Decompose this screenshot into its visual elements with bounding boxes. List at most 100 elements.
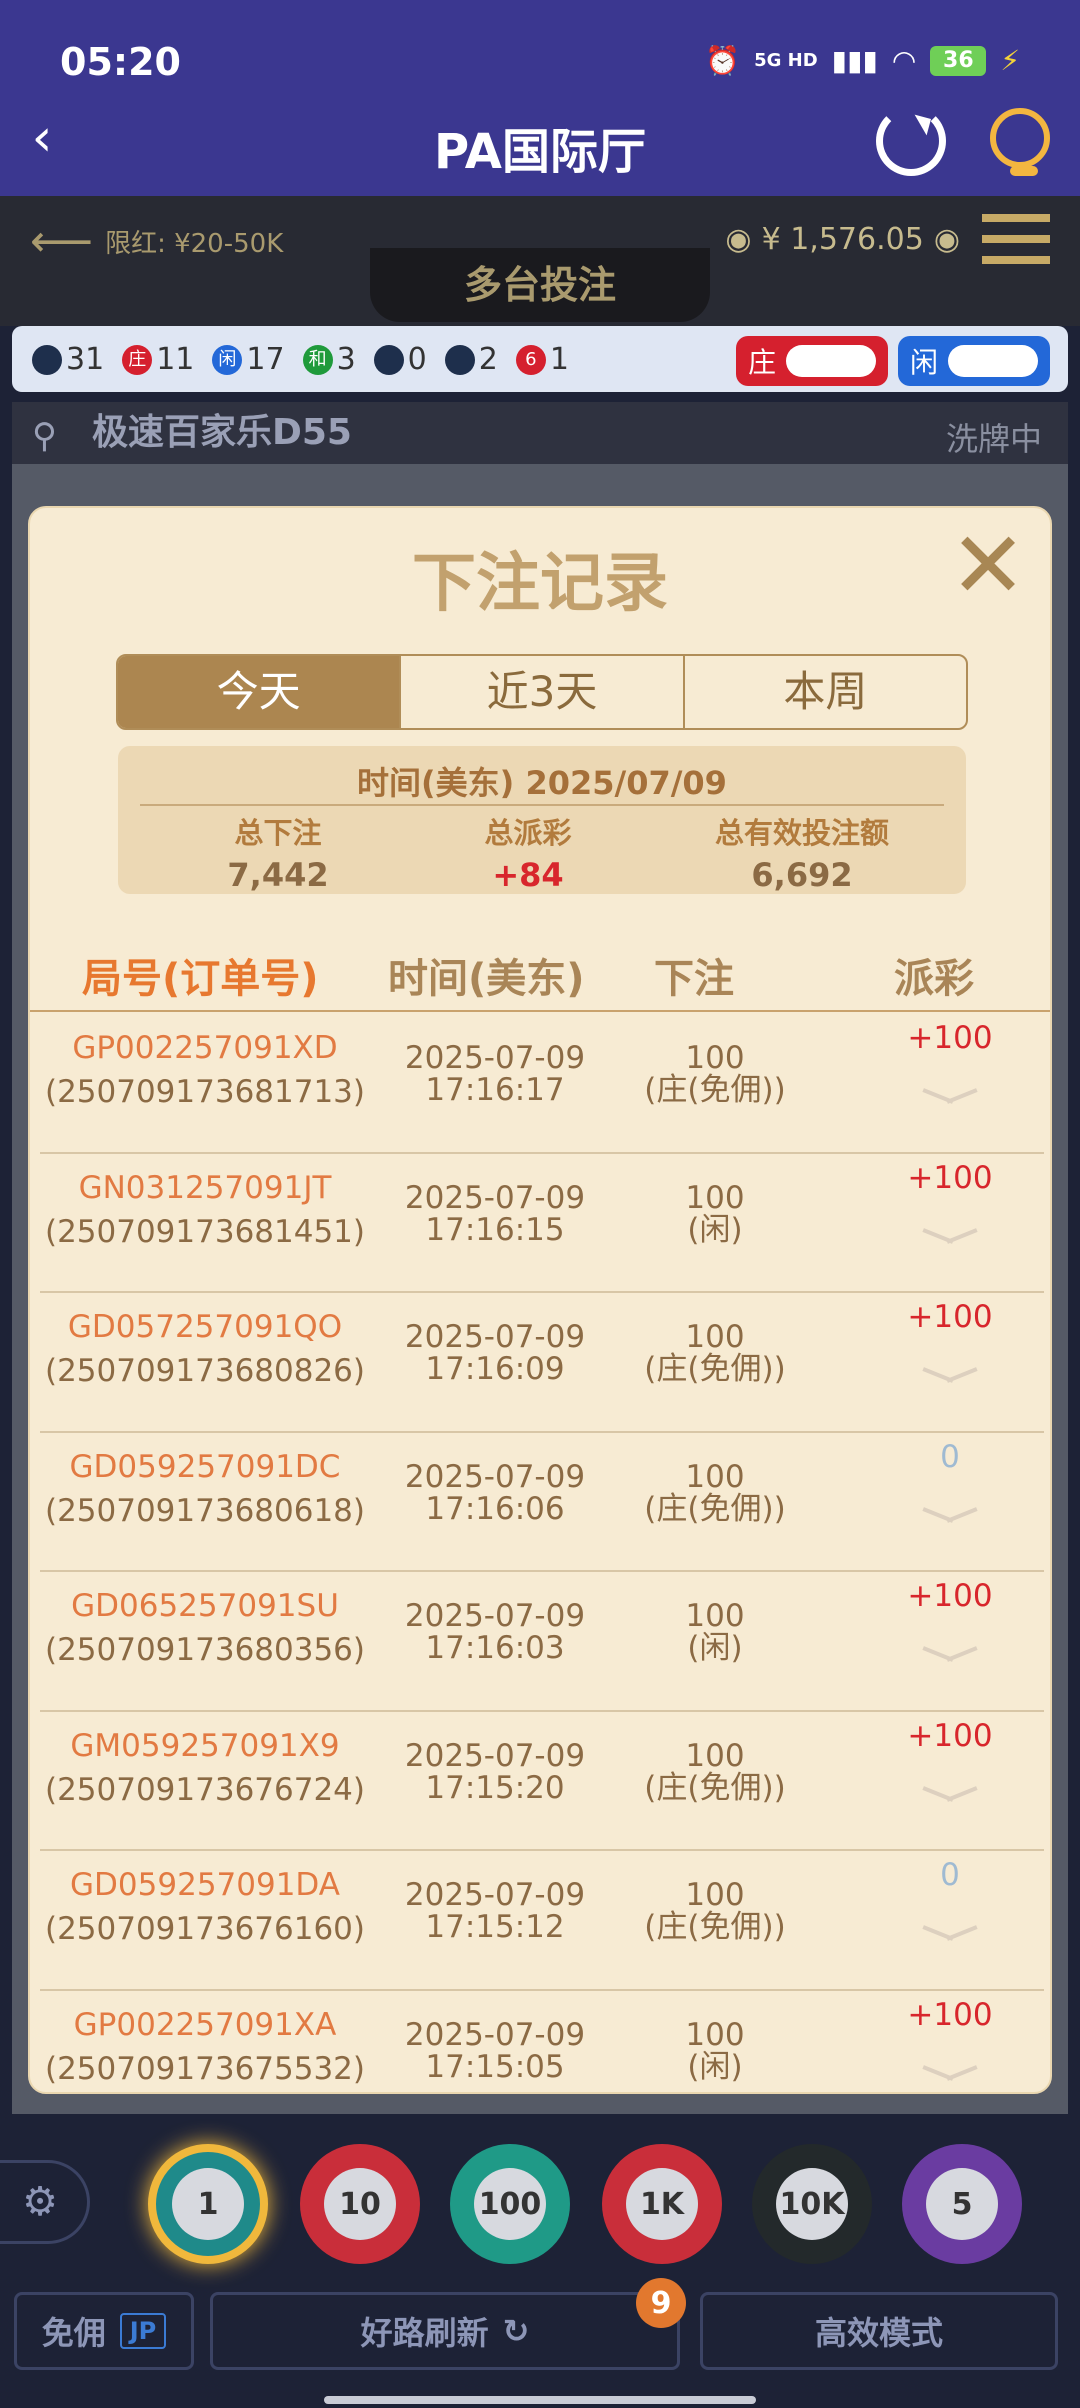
refresh-icon[interactable] xyxy=(876,106,946,176)
road-player-pair: 2 xyxy=(444,342,498,377)
road-player: 闲 17 xyxy=(212,342,285,377)
back-arrow-icon[interactable]: ⟵ xyxy=(30,216,93,267)
order-number: (250709173676724) xyxy=(44,1771,366,1808)
signal-icon: ▮▮▮ xyxy=(831,44,878,77)
settings-icon[interactable]: ⚙ xyxy=(0,2160,90,2244)
chevron-down-icon[interactable] xyxy=(922,1086,978,1116)
record-row[interactable]: GP002257091XA (250709173675532) 2025-07-0… xyxy=(40,1991,1044,2087)
chevron-down-icon[interactable] xyxy=(922,2063,978,2087)
record-row[interactable]: GD059257091DC (250709173680618) 2025-07-0… xyxy=(40,1433,1044,1572)
column-round-id: 局号(订单号) xyxy=(82,956,319,1002)
record-row[interactable]: GN031257091JT (250709173681451) 2025-07-0… xyxy=(40,1154,1044,1293)
battery-icon: 36 xyxy=(930,45,987,76)
network-label: 5G HD xyxy=(754,50,818,71)
round-id: GP002257091XD xyxy=(72,1030,338,1066)
road-banker-pair: 0 xyxy=(373,342,427,377)
record-payout: 0 xyxy=(940,1438,960,1475)
jp-badge: JP xyxy=(119,2313,167,2349)
record-row[interactable]: GM059257091X9 (250709173676724) 2025-07-0… xyxy=(40,1712,1044,1851)
round-id: GD065257091SU xyxy=(71,1588,339,1624)
record-time: 2025-07-09 17:15:20 xyxy=(404,1737,586,1806)
record-bet: 100 (闲) xyxy=(685,1179,745,1248)
record-time: 2025-07-09 17:15:05 xyxy=(404,2016,586,2085)
pair-icon xyxy=(373,345,404,375)
order-number: (250709173681713) xyxy=(44,1074,366,1110)
chip-1k[interactable]: 1K xyxy=(602,2144,722,2264)
chip-5[interactable]: 5 xyxy=(902,2144,1022,2264)
road-banker: 庄 11 xyxy=(122,342,194,377)
record-time: 2025-07-09 17:16:09 xyxy=(404,1319,586,1387)
summary-valid-bet: 总有效投注额 6,692 xyxy=(714,816,889,894)
chevron-down-icon[interactable] xyxy=(922,1365,978,1395)
chip-10k[interactable]: 10K xyxy=(752,2144,872,2264)
refresh-icon: ↻ xyxy=(502,2312,530,2350)
summary-total-payout: 总派彩 +84 xyxy=(484,816,572,894)
record-bet: 100 (庄(免佣)) xyxy=(644,1458,786,1527)
chip-100[interactable]: 100 xyxy=(450,2144,570,2264)
record-time: 2025-07-09 17:16:15 xyxy=(404,1179,586,1248)
menu-icon[interactable] xyxy=(982,214,1050,264)
bet-record-modal: 下注记录 ✕ 今天 近3天 本周 时间(美东) 2025/07/09 总下注 7… xyxy=(28,506,1052,2094)
pie-icon xyxy=(32,345,62,375)
good-road-refresh-button[interactable]: 好路刷新 ↻ xyxy=(210,2292,680,2370)
modal-title: 下注记录 xyxy=(412,547,668,621)
round-id: GD059257091DC xyxy=(69,1448,341,1485)
summary-date: 时间(美东) 2025/07/09 xyxy=(357,764,727,802)
pin-icon[interactable]: ⚲ xyxy=(32,416,57,456)
tab-last-3-days[interactable]: 近3天 xyxy=(401,656,685,728)
record-payout: +100 xyxy=(907,1578,993,1614)
banker-dot: 庄 xyxy=(122,345,153,375)
six-dot: 6 xyxy=(515,345,546,375)
record-time: 2025-07-09 17:15:12 xyxy=(404,1877,586,1945)
road-six: 61 xyxy=(515,342,569,377)
round-id: GM059257091X9 xyxy=(70,1727,340,1764)
list-header: 局号(订单号) 时间(美东) 下注 派彩 xyxy=(30,930,1050,1012)
record-row[interactable]: GP002257091XD (250709173681713) 2025-07-0… xyxy=(40,1014,1044,1154)
record-time: 2025-07-09 17:16:06 xyxy=(404,1458,586,1527)
chip-10[interactable]: 10 xyxy=(300,2144,420,2264)
column-bet: 下注 xyxy=(654,956,734,1002)
chevron-down-icon[interactable] xyxy=(922,1505,978,1535)
chip-1[interactable]: 1 xyxy=(148,2144,268,2264)
pair-icon xyxy=(444,345,475,375)
alarm-icon: ⏰ xyxy=(705,44,741,77)
record-row[interactable]: GD057257091QO (250709173680826) 2025-07-0… xyxy=(40,1293,1044,1433)
banker-ask-toggle[interactable]: 庄 xyxy=(736,336,888,386)
player-ask-toggle[interactable]: 闲 xyxy=(898,336,1050,386)
balance: ◉ ¥ 1,576.05 ◉ xyxy=(725,222,960,257)
efficient-mode-button[interactable]: 高效模式 xyxy=(700,2292,1058,2370)
chevron-down-icon[interactable] xyxy=(922,1226,978,1256)
table-status: 洗牌中 xyxy=(945,420,1042,458)
round-id: GD057257091QO xyxy=(67,1309,343,1345)
date-range-tabs: 今天 近3天 本周 xyxy=(116,654,968,730)
tab-this-week[interactable]: 本周 xyxy=(685,656,966,728)
bet-limit-label: 限红: ¥20-50K xyxy=(105,229,284,259)
refresh-count-badge: 9 xyxy=(636,2278,686,2328)
chevron-down-icon[interactable] xyxy=(922,1923,978,1953)
table-name[interactable]: 极速百家乐D55 xyxy=(12,402,1068,464)
tab-today[interactable]: 今天 xyxy=(118,656,402,728)
close-icon[interactable]: ✕ xyxy=(948,520,1028,612)
bet-limit: ⟵ 限红: ¥20-50K xyxy=(30,216,283,267)
chevron-down-icon[interactable] xyxy=(922,1644,978,1674)
road-total: 31 xyxy=(32,342,104,377)
record-bet: 100 (庄(免佣)) xyxy=(644,1319,786,1387)
record-row[interactable]: GD065257091SU (250709173680356) 2025-07-0… xyxy=(40,1572,1044,1712)
customer-service-icon[interactable] xyxy=(990,108,1050,176)
record-payout: 0 xyxy=(940,1857,960,1893)
record-row[interactable]: GD059257091DA (250709173676160) 2025-07-0… xyxy=(40,1851,1044,1991)
chevron-down-icon[interactable] xyxy=(922,1784,978,1814)
record-time: 2025-07-09 17:16:03 xyxy=(404,1598,586,1666)
summary-total-bet: 总下注 7,442 xyxy=(227,816,329,894)
wifi-icon: ◠ xyxy=(891,44,917,77)
commission-free-button[interactable]: 免佣 JP xyxy=(14,2292,194,2370)
tab-multi-table[interactable]: 多台投注 xyxy=(370,248,710,322)
record-payout: +100 xyxy=(907,1159,993,1196)
record-list[interactable]: GP002257091XD (250709173681713) 2025-07-0… xyxy=(40,1014,1044,2086)
order-number: (250709173675532) xyxy=(44,2050,366,2087)
eye-icon[interactable]: ◉ xyxy=(934,222,960,257)
status-icons: ⏰ 5G HD ▮▮▮ ◠ 36 ⚡ xyxy=(705,44,1020,77)
order-number: (250709173681451) xyxy=(44,1213,366,1250)
round-id: GD059257091DA xyxy=(70,1867,340,1903)
record-bet: 100 (庄(免佣)) xyxy=(644,1040,786,1108)
